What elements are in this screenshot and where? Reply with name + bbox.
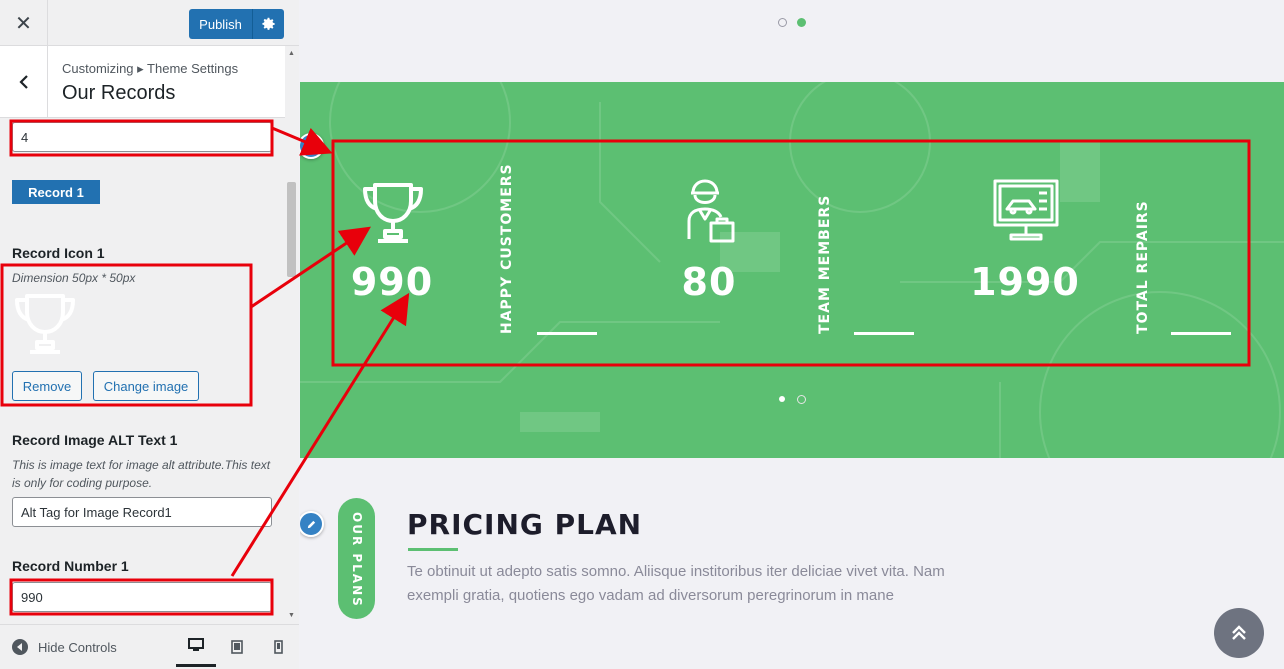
customizer-footer: Hide Controls — [0, 624, 299, 669]
sidebar-scrollbar-thumb[interactable] — [287, 182, 296, 277]
stat-label: TOTAL REPAIRS — [1135, 200, 1151, 334]
pricing-title-underline — [408, 548, 458, 551]
publish-button[interactable]: Publish — [189, 9, 253, 39]
section-header: Customizing ▸ Theme Settings Our Records — [0, 46, 285, 118]
record-alt-label: Record Image ALT Text 1 — [12, 432, 178, 448]
device-tablet-button[interactable] — [217, 625, 257, 669]
scroll-to-top-button[interactable] — [1214, 608, 1264, 658]
trophy-icon — [15, 294, 75, 354]
slider-dot[interactable] — [778, 18, 787, 27]
trophy-icon — [363, 183, 423, 243]
slider-dot-active[interactable] — [797, 18, 806, 27]
double-chevron-up-icon — [1232, 625, 1246, 640]
stat-divider — [537, 332, 597, 335]
edit-shortcut-pricing[interactable] — [300, 511, 324, 537]
record-icon-label: Record Icon 1 — [12, 245, 105, 261]
back-button[interactable] — [0, 46, 48, 118]
our-plans-label: OUR PLANS — [350, 512, 364, 608]
breadcrumb: Customizing ▸ Theme Settings — [62, 61, 239, 76]
technician-icon — [687, 179, 735, 243]
remove-image-button[interactable]: Remove — [12, 371, 82, 401]
record-alt-input[interactable]: Alt Tag for Image Record1 — [12, 497, 272, 527]
record-alt-description: This is image text for image alt attribu… — [12, 458, 271, 490]
stat-number: 990 — [350, 260, 434, 304]
pencil-icon — [307, 520, 315, 528]
controls-panel: 4 Record 1 Record Icon 1 Dimension 50px … — [0, 118, 285, 624]
pricing-description: Te obtinuit ut adepto satis somno. Aliis… — [407, 563, 945, 604]
chevron-left-icon — [18, 75, 28, 89]
customizer-sidebar: ✕ Publish Customizing ▸ Theme Settings O… — [0, 0, 299, 669]
record-tag: Record 1 — [12, 180, 100, 204]
hide-controls-button[interactable]: Hide Controls — [12, 639, 117, 655]
device-desktop-button[interactable] — [176, 625, 216, 667]
records-slider-dot[interactable] — [797, 395, 806, 404]
site-preview: 990 HAPPY CUSTOMERS 80 TEAM MEMBERS 1990… — [300, 0, 1284, 669]
publish-settings-button[interactable] — [253, 9, 284, 39]
scroll-up-arrow[interactable]: ▲ — [288, 50, 295, 57]
customizer-header: ✕ Publish — [0, 0, 299, 46]
section-title: Our Records — [62, 82, 176, 104]
sidebar-scrollbar[interactable] — [285, 46, 299, 624]
record-count-input[interactable]: 4 — [12, 122, 272, 152]
record-number-input[interactable]: 990 — [12, 582, 272, 612]
pricing-title: PRICING PLAN — [407, 508, 643, 541]
record-number-label: Record Number 1 — [12, 558, 129, 574]
close-customizer-button[interactable]: ✕ — [0, 0, 48, 46]
stat-divider — [854, 332, 914, 335]
device-mobile-button[interactable] — [258, 625, 298, 669]
publish-group: Publish — [189, 9, 284, 39]
scroll-down-arrow[interactable]: ▼ — [288, 612, 295, 619]
stat-divider — [1171, 332, 1231, 335]
hide-controls-label: Hide Controls — [38, 639, 117, 655]
tablet-icon — [231, 640, 243, 654]
collapse-arrow-icon — [12, 639, 28, 655]
stat-label: TEAM MEMBERS — [817, 194, 833, 334]
stat-label: HAPPY CUSTOMERS — [499, 163, 515, 334]
records-section: 990 HAPPY CUSTOMERS 80 TEAM MEMBERS 1990… — [300, 82, 1284, 458]
gear-icon — [261, 17, 275, 30]
desktop-icon — [188, 637, 204, 651]
record-icon-description: Dimension 50px * 50px — [12, 271, 136, 285]
records-slider-dot-active[interactable] — [779, 396, 785, 402]
stat-number: 80 — [681, 260, 737, 304]
close-icon: ✕ — [15, 12, 32, 35]
stat-number: 1990 — [970, 260, 1080, 304]
change-image-button[interactable]: Change image — [93, 371, 199, 401]
monitor-repair-icon — [993, 179, 1059, 241]
mobile-icon — [273, 640, 283, 654]
pencil-icon — [307, 142, 315, 150]
